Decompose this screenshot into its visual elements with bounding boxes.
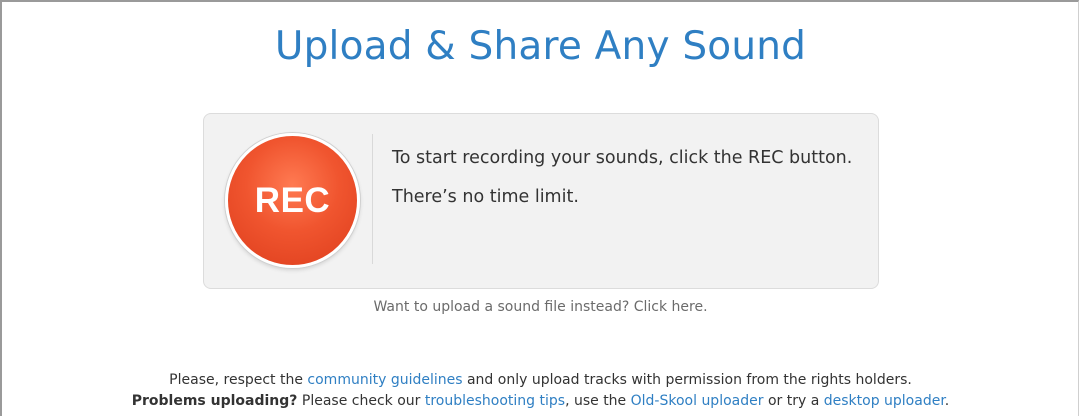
problems-line: Problems uploading? Please check our tro… [0, 391, 1081, 412]
upload-file-link[interactable]: Want to upload a sound file instead? Cli… [373, 299, 707, 315]
troubleshooting-tips-link[interactable]: troubleshooting tips [425, 393, 565, 409]
problems-text-d: . [944, 393, 950, 409]
page-title: Upload & Share Any Sound [274, 24, 807, 69]
recorder-time-limit-text: There’s no time limit. [392, 187, 579, 207]
rec-button-label: REC [254, 180, 331, 220]
old-skool-uploader-link[interactable]: Old-Skool uploader [631, 393, 764, 409]
upload-notice: Please, respect the community guidelines… [0, 370, 1081, 412]
guidelines-line: Please, respect the community guidelines… [0, 370, 1081, 391]
problems-text-b: , use the [565, 393, 631, 409]
recorder-instruction-text: To start recording your sounds, click th… [392, 148, 853, 168]
problems-heading: Problems uploading? [131, 393, 298, 409]
rec-button[interactable]: REC [225, 133, 360, 268]
problems-text-c: or try a [763, 393, 824, 409]
recorder-panel: REC To start recording your sounds, clic… [203, 113, 879, 289]
desktop-uploader-link[interactable]: desktop uploader [824, 393, 945, 409]
guidelines-prefix: Please, respect the [169, 372, 308, 388]
recorder-instructions: To start recording your sounds, click th… [392, 148, 862, 208]
recorder-divider [372, 134, 373, 264]
guidelines-suffix: and only upload tracks with permission f… [462, 372, 912, 388]
community-guidelines-link[interactable]: community guidelines [307, 372, 462, 388]
problems-text-a: Please check our [297, 393, 425, 409]
upload-file-row: Want to upload a sound file instead? Cli… [0, 299, 1081, 315]
